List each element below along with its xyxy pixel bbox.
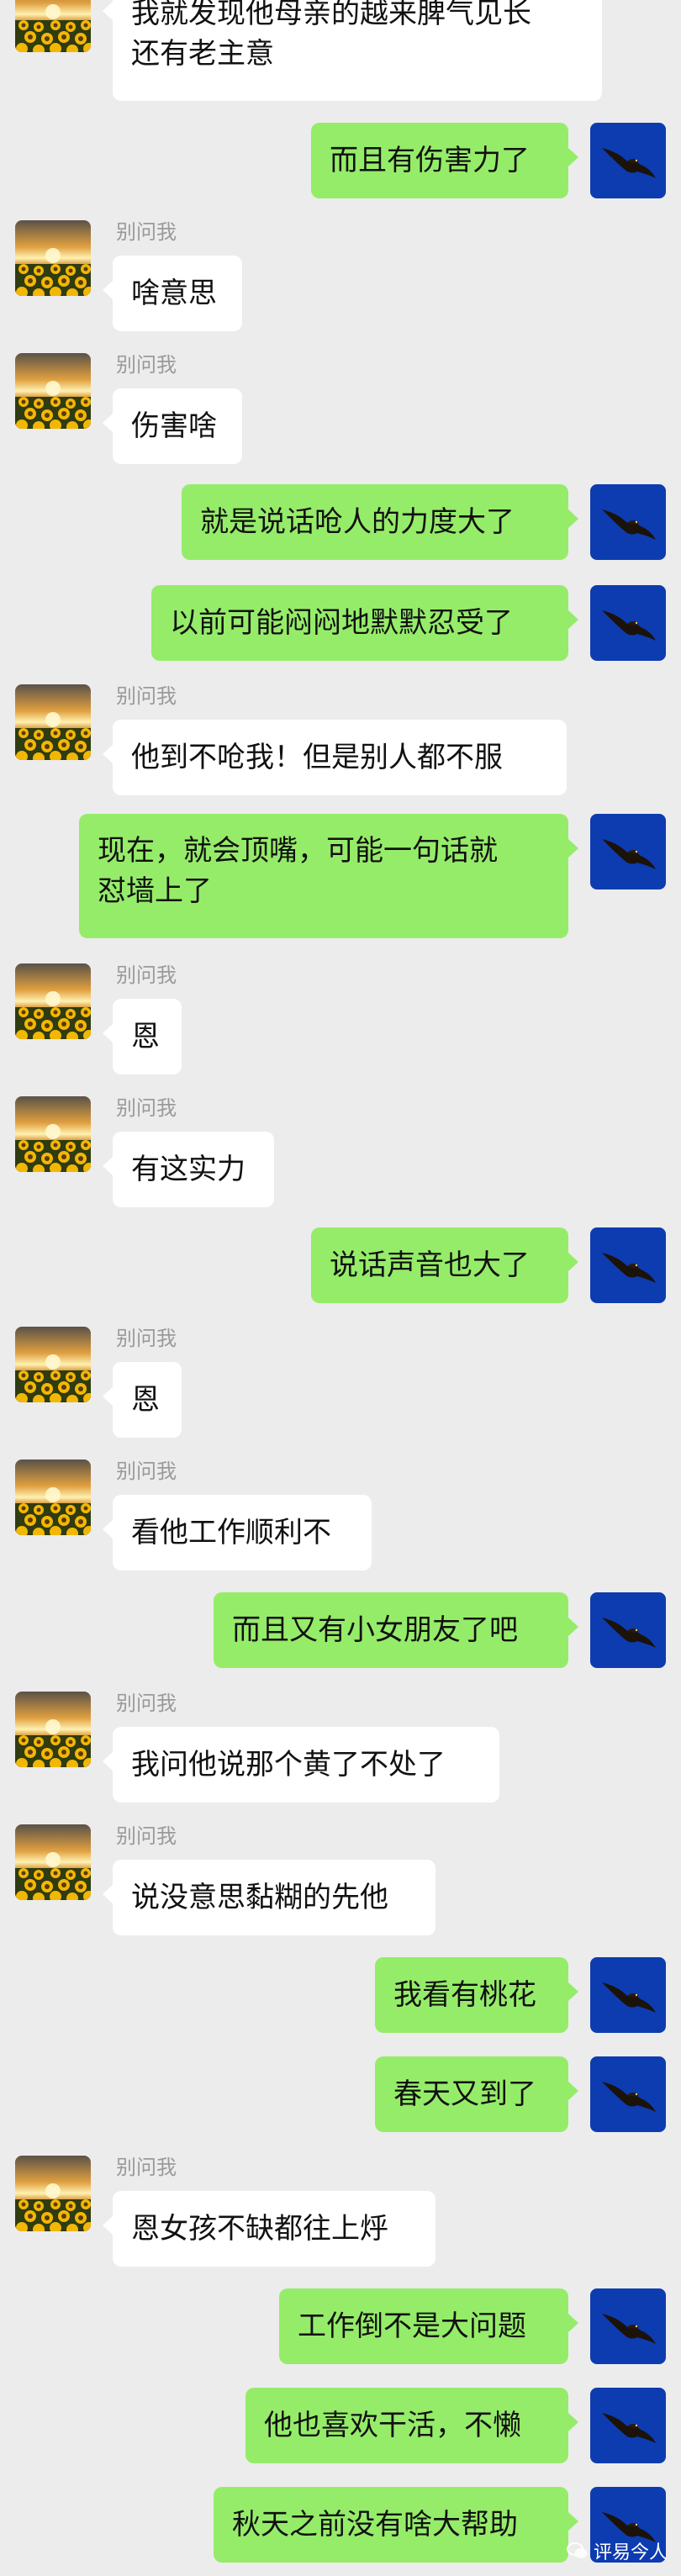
my-avatar[interactable] [590, 123, 666, 198]
message-bubble[interactable]: 而且又有小女朋友了吧 [214, 1592, 578, 1668]
my-avatar[interactable] [590, 585, 666, 661]
sunflower-sunset-avatar-icon [15, 2156, 91, 2231]
eagle-on-blue-avatar-icon [590, 2288, 666, 2364]
watermark: 评易今人 [567, 2537, 668, 2564]
sunflower-sunset-avatar-icon [15, 0, 91, 52]
contact-avatar[interactable] [15, 1096, 91, 1172]
wechat-logo-icon [567, 2542, 588, 2558]
sunflower-sunset-avatar-icon [15, 1096, 91, 1172]
sunflower-sunset-avatar-icon [15, 1692, 91, 1767]
eagle-on-blue-avatar-icon [590, 123, 666, 198]
message-bubble[interactable]: 说话声音也大了 [311, 1227, 578, 1303]
contact-avatar[interactable] [15, 684, 91, 760]
sender-name: 别问我 [116, 1692, 177, 1715]
message-bubble[interactable]: 伤害啥 [103, 388, 242, 464]
contact-avatar[interactable] [15, 963, 91, 1039]
sunflower-sunset-avatar-icon [15, 1327, 91, 1402]
sunflower-sunset-avatar-icon [15, 353, 91, 429]
eagle-on-blue-avatar-icon [590, 814, 666, 889]
contact-avatar[interactable] [15, 1460, 91, 1535]
sender-name: 别问我 [116, 1460, 177, 1483]
message-bubble[interactable]: 我看有桃花 [375, 1957, 578, 2033]
sender-name: 别问我 [116, 353, 177, 377]
eagle-on-blue-avatar-icon [590, 2388, 666, 2463]
contact-avatar[interactable] [15, 0, 91, 52]
watermark-text: 评易今人 [593, 2542, 668, 2563]
message-bubble[interactable]: 恩 [103, 1362, 182, 1438]
sender-name: 别问我 [116, 220, 177, 244]
sunflower-sunset-avatar-icon [15, 963, 91, 1039]
message-bubble[interactable]: 而且有伤害力了 [311, 123, 578, 198]
message-bubble[interactable]: 他也喜欢干活，不懒 [245, 2388, 578, 2463]
message-bubble[interactable]: 我问他说那个黄了不处了 [103, 1727, 499, 1803]
message-bubble[interactable]: 有这实力 [103, 1132, 274, 1207]
my-avatar[interactable] [590, 814, 666, 889]
my-avatar[interactable] [590, 1957, 666, 2033]
message-bubble[interactable]: 秋天之前没有啥大帮助 [214, 2487, 578, 2563]
contact-avatar[interactable] [15, 1824, 91, 1900]
contact-avatar[interactable] [15, 220, 91, 296]
message-bubble[interactable]: 看他工作顺利不 [103, 1495, 372, 1570]
sunflower-sunset-avatar-icon [15, 220, 91, 296]
sender-name: 别问我 [116, 2156, 177, 2179]
eagle-on-blue-avatar-icon [590, 2056, 666, 2132]
eagle-on-blue-avatar-icon [590, 484, 666, 560]
my-avatar[interactable] [590, 2288, 666, 2364]
sunflower-sunset-avatar-icon [15, 684, 91, 760]
sunflower-sunset-avatar-icon [15, 1460, 91, 1535]
message-bubble[interactable]: 恩 [103, 999, 182, 1074]
eagle-on-blue-avatar-icon [590, 585, 666, 661]
sunflower-sunset-avatar-icon [15, 1824, 91, 1900]
sender-name: 别问我 [116, 1096, 177, 1120]
sender-name: 别问我 [116, 684, 177, 708]
chat-thread: 我就发现他母亲的越来脾气见长 还有老主意 而且有伤害力了 别问我 啥意思 别问我… [0, 0, 681, 2576]
eagle-on-blue-avatar-icon [590, 1227, 666, 1303]
message-bubble[interactable]: 啥意思 [103, 256, 242, 331]
eagle-on-blue-avatar-icon [590, 1592, 666, 1668]
message-bubble[interactable]: 说没意思黏糊的先他 [103, 1860, 436, 1935]
message-bubble[interactable]: 以前可能闷闷地默默忍受了 [151, 585, 578, 661]
contact-avatar[interactable] [15, 2156, 91, 2231]
sender-name: 别问我 [116, 1824, 177, 1848]
message-bubble[interactable]: 春天又到了 [375, 2056, 578, 2132]
message-bubble[interactable]: 我就发现他母亲的越来脾气见长 还有老主意 [103, 0, 602, 101]
sender-name: 别问我 [116, 963, 177, 987]
my-avatar[interactable] [590, 1592, 666, 1668]
message-bubble[interactable]: 现在，就会顶嘴，可能一句话就 怼墙上了 [79, 814, 578, 938]
my-avatar[interactable] [590, 2056, 666, 2132]
my-avatar[interactable] [590, 1227, 666, 1303]
message-bubble[interactable]: 他到不呛我！但是别人都不服 [103, 720, 567, 795]
message-bubble[interactable]: 恩女孩不缺都往上烀 [103, 2191, 436, 2267]
contact-avatar[interactable] [15, 353, 91, 429]
contact-avatar[interactable] [15, 1327, 91, 1402]
message-bubble[interactable]: 就是说话呛人的力度大了 [182, 484, 578, 560]
sender-name: 别问我 [116, 1327, 177, 1350]
my-avatar[interactable] [590, 2388, 666, 2463]
message-bubble[interactable]: 工作倒不是大问题 [279, 2288, 578, 2364]
contact-avatar[interactable] [15, 1692, 91, 1767]
eagle-on-blue-avatar-icon [590, 1957, 666, 2033]
my-avatar[interactable] [590, 484, 666, 560]
